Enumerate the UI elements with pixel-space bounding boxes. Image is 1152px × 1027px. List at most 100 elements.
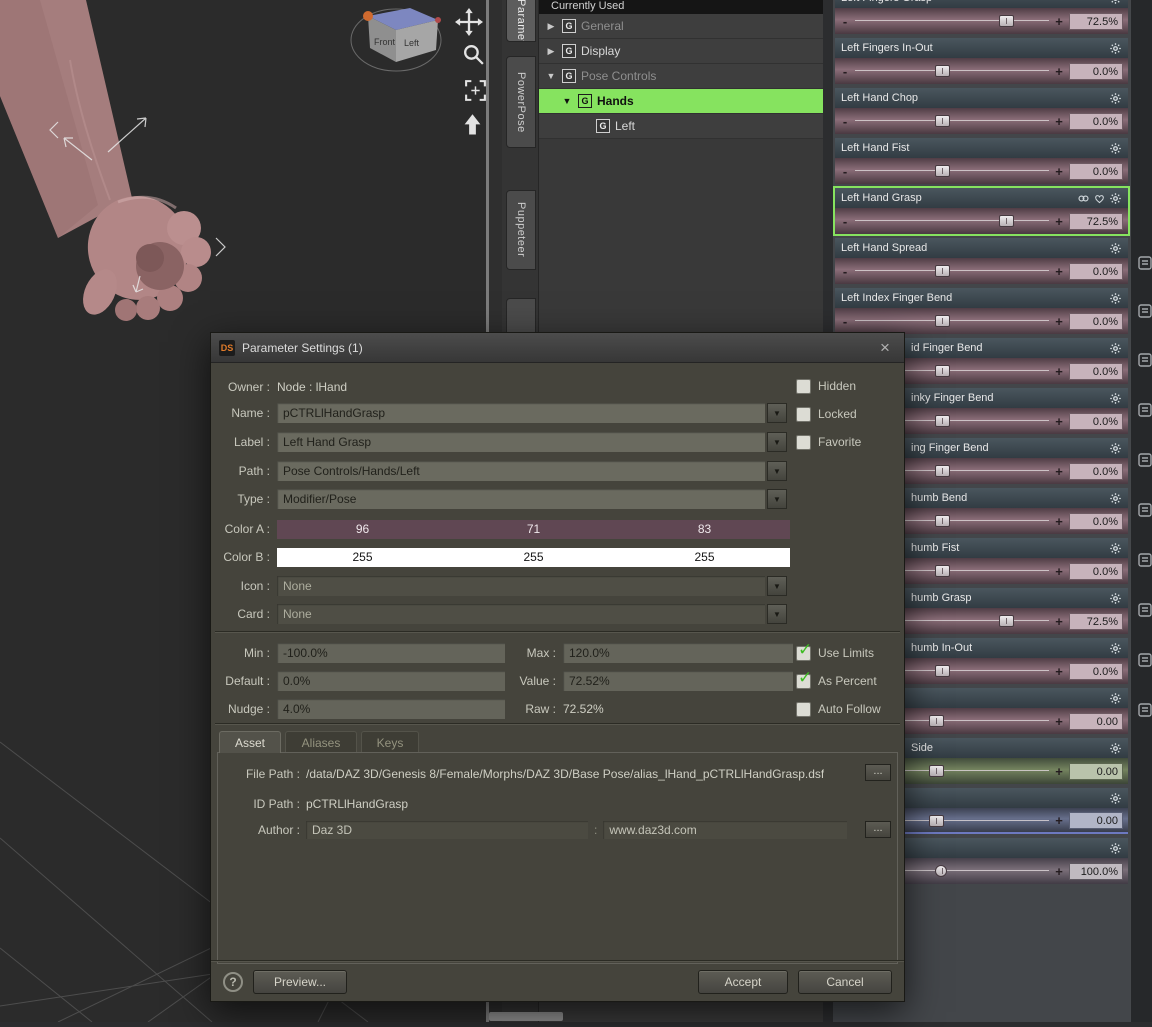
increment-button[interactable]: +: [1054, 215, 1064, 228]
slider-value[interactable]: 0.00: [1069, 811, 1123, 829]
gear-icon[interactable]: [1109, 842, 1122, 855]
slider-handle[interactable]: [929, 815, 945, 827]
frame-tool-icon[interactable]: [463, 78, 488, 103]
slider-handle[interactable]: [935, 315, 951, 327]
gear-icon[interactable]: [1109, 792, 1122, 805]
move-tool-icon[interactable]: [455, 8, 483, 36]
slider-value[interactable]: 0.0%: [1069, 412, 1123, 430]
dropdown-arrow-icon[interactable]: ▼: [767, 432, 787, 452]
hand-model[interactable]: [0, 0, 211, 321]
dock-icon[interactable]: [1137, 452, 1152, 468]
author-browse-button[interactable]: ...: [865, 821, 891, 838]
min-field[interactable]: -100.0%: [277, 643, 505, 663]
file-path-browse-button[interactable]: ...: [865, 764, 891, 781]
tree-header[interactable]: Currently Used: [539, 0, 823, 14]
gear-icon[interactable]: [1109, 42, 1122, 55]
checkbox-checked-icon[interactable]: ✓: [796, 668, 812, 689]
slider-value[interactable]: 0.0%: [1069, 562, 1123, 580]
gear-icon[interactable]: [1109, 692, 1122, 705]
tab-asset[interactable]: Asset: [219, 731, 281, 753]
close-icon[interactable]: ×: [874, 338, 896, 358]
slider-handle[interactable]: [935, 565, 951, 577]
slider-handle[interactable]: [935, 65, 951, 77]
gear-icon[interactable]: [1109, 592, 1122, 605]
tab-powerpose[interactable]: PowerPose: [506, 56, 536, 148]
slider-handle[interactable]: [999, 15, 1015, 27]
horizontal-scrollbar[interactable]: [489, 1012, 563, 1021]
tab-parameters[interactable]: Parameters: [506, 0, 536, 42]
increment-button[interactable]: +: [1054, 315, 1064, 328]
as-percent-checkbox[interactable]: ✓ As Percent: [796, 668, 877, 689]
slider-handle[interactable]: [999, 615, 1015, 627]
dock-icon[interactable]: [1137, 352, 1152, 368]
decrement-button[interactable]: -: [840, 65, 850, 78]
expander-icon[interactable]: ▼: [545, 71, 557, 81]
tree-item-hands[interactable]: ▼ G Hands: [539, 89, 823, 114]
slider-handle[interactable]: [935, 365, 951, 377]
increment-button[interactable]: +: [1054, 814, 1064, 827]
default-field[interactable]: 0.0%: [277, 671, 505, 691]
tree-item-display[interactable]: ▶ G Display: [539, 39, 823, 64]
slider-value[interactable]: 0.0%: [1069, 262, 1123, 280]
gear-icon[interactable]: [1109, 542, 1122, 555]
slider-handle[interactable]: [935, 165, 951, 177]
increment-button[interactable]: +: [1054, 465, 1064, 478]
slider-value[interactable]: 0.0%: [1069, 662, 1123, 680]
slider-track[interactable]: [855, 108, 1049, 134]
increment-button[interactable]: +: [1054, 415, 1064, 428]
tree-item-left[interactable]: G Left: [539, 114, 823, 139]
color-b-swatch[interactable]: 255 255 255: [277, 547, 790, 567]
gear-icon[interactable]: [1109, 242, 1122, 255]
gear-icon[interactable]: [1109, 292, 1122, 305]
decrement-button[interactable]: -: [840, 265, 850, 278]
slider-value[interactable]: 0.00: [1069, 762, 1123, 780]
slider-value[interactable]: 100.0%: [1069, 862, 1123, 880]
locked-checkbox[interactable]: Locked: [796, 406, 857, 422]
increment-button[interactable]: +: [1054, 115, 1064, 128]
slider-value[interactable]: 0.0%: [1069, 62, 1123, 80]
auto-follow-checkbox[interactable]: Auto Follow: [796, 701, 881, 717]
gear-icon[interactable]: [1109, 742, 1122, 755]
nudge-field[interactable]: 4.0%: [277, 699, 505, 719]
slider-handle[interactable]: [935, 265, 951, 277]
slider-handle[interactable]: [935, 465, 951, 477]
checkbox-icon[interactable]: [796, 434, 811, 450]
checkbox-icon[interactable]: [796, 406, 811, 422]
dropdown-arrow-icon[interactable]: ▼: [767, 604, 787, 624]
increment-button[interactable]: +: [1054, 765, 1064, 778]
dock-icon[interactable]: [1137, 402, 1152, 418]
website-field[interactable]: www.daz3d.com: [603, 821, 848, 839]
decrement-button[interactable]: -: [840, 115, 850, 128]
slider-track[interactable]: [855, 158, 1049, 184]
dock-icon[interactable]: [1137, 702, 1152, 718]
checkbox-icon[interactable]: [796, 701, 811, 717]
dropdown-arrow-icon[interactable]: ▼: [767, 576, 787, 596]
slider-value[interactable]: 0.0%: [1069, 462, 1123, 480]
path-field[interactable]: Pose Controls/Hands/Left: [277, 461, 765, 481]
slider-value[interactable]: 0.00: [1069, 712, 1123, 730]
help-icon[interactable]: ?: [223, 971, 243, 992]
use-limits-checkbox[interactable]: ✓ Use Limits: [796, 640, 874, 661]
label-field[interactable]: Left Hand Grasp: [277, 432, 765, 452]
tree-item-pose-controls[interactable]: ▼ G Pose Controls: [539, 64, 823, 89]
dock-icon[interactable]: [1137, 303, 1152, 319]
increment-button[interactable]: +: [1054, 165, 1064, 178]
decrement-button[interactable]: -: [840, 215, 850, 228]
gear-icon[interactable]: [1109, 642, 1122, 655]
preview-button[interactable]: Preview...: [253, 969, 347, 994]
favorite-checkbox[interactable]: Favorite: [796, 434, 861, 450]
gear-icon[interactable]: [1109, 0, 1122, 5]
slider-value[interactable]: 0.0%: [1069, 312, 1123, 330]
increment-button[interactable]: +: [1054, 515, 1064, 528]
dropdown-arrow-icon[interactable]: ▼: [767, 489, 787, 509]
type-field[interactable]: Modifier/Pose: [277, 489, 765, 509]
slider-value[interactable]: 72.5%: [1069, 212, 1123, 230]
zoom-tool-icon[interactable]: [461, 42, 486, 67]
slider-value[interactable]: 0.0%: [1069, 112, 1123, 130]
icon-field[interactable]: None: [277, 576, 765, 596]
gear-icon[interactable]: [1109, 392, 1122, 405]
slider-value[interactable]: 72.5%: [1069, 612, 1123, 630]
gear-icon[interactable]: [1109, 342, 1122, 355]
slider-track[interactable]: [855, 58, 1049, 84]
gear-icon[interactable]: [1109, 142, 1122, 155]
